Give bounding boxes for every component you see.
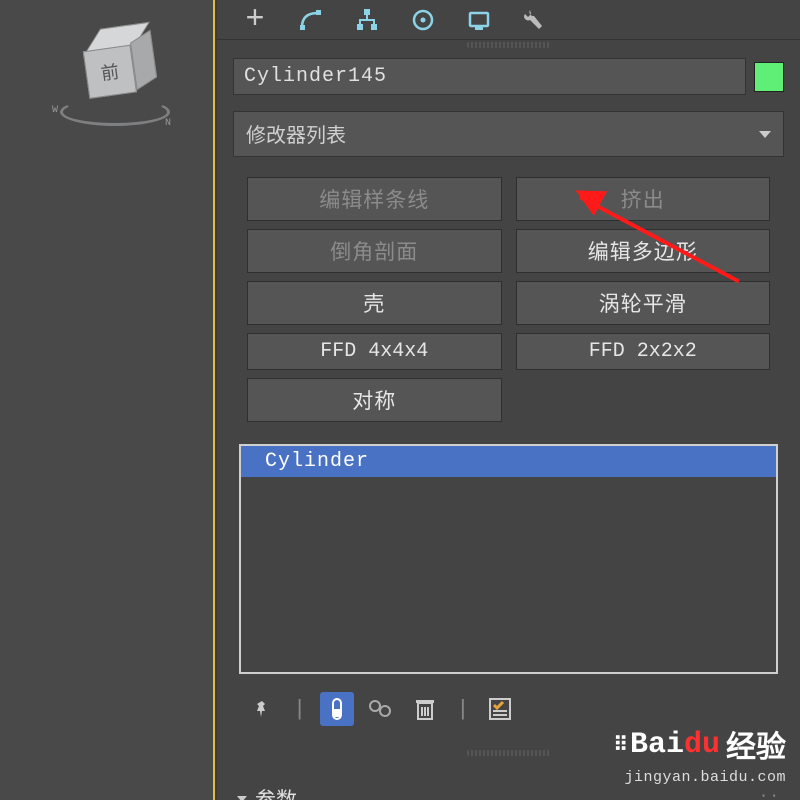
paw-icon: ⠿ — [613, 732, 624, 758]
wm-bai: Bai — [630, 728, 684, 762]
hierarchy-tab-icon[interactable] — [354, 7, 380, 33]
pin-stack-icon[interactable] — [245, 692, 279, 726]
mod-edit-spline-button[interactable]: 编辑样条线 — [247, 177, 502, 221]
utilities-tab-icon[interactable] — [522, 7, 548, 33]
object-name-input[interactable]: Cylinder145 — [233, 58, 746, 95]
panel-drag-handle[interactable] — [467, 42, 550, 48]
object-color-swatch[interactable] — [754, 62, 784, 92]
mod-extrude-button[interactable]: 挤出 — [516, 177, 771, 221]
modify-panel: + Cylinder145 修改器列表 编辑样条线 挤出 倒角剖面 编辑多边形 … — [217, 0, 800, 800]
motion-tab-icon[interactable] — [410, 7, 436, 33]
command-panel-tabs: + — [217, 0, 800, 40]
modifier-quick-buttons: 编辑样条线 挤出 倒角剖面 编辑多边形 壳 涡轮平滑 FFD 4x4x4 FFD… — [217, 163, 800, 432]
mod-ffd4-button[interactable]: FFD 4x4x4 — [247, 333, 502, 370]
viewcube-ring[interactable] — [60, 98, 170, 126]
wm-url: jingyan.baidu.com — [613, 769, 786, 786]
viewport-3d[interactable]: 前 W N — [0, 0, 215, 800]
dropdown-caret-icon — [759, 131, 771, 138]
rollup-caret-icon — [237, 796, 247, 800]
modifier-list-label: 修改器列表 — [246, 119, 346, 149]
modifier-stack[interactable]: Cylinder — [239, 444, 778, 674]
rollup-drag-dots-icon: :: — [759, 790, 780, 800]
modify-tab-icon[interactable] — [298, 7, 324, 33]
rollup-drag-handle[interactable] — [467, 750, 550, 756]
stack-item-base[interactable]: Cylinder — [241, 446, 776, 477]
parameters-rollup-header[interactable]: 参数 :: — [237, 784, 780, 800]
viewcube-front[interactable]: 前 — [83, 45, 137, 99]
mod-edit-poly-button[interactable]: 编辑多边形 — [516, 229, 771, 273]
wm-suffix: 经验 — [726, 722, 786, 767]
compass-w: W — [52, 105, 58, 116]
mod-symmetry-button[interactable]: 对称 — [247, 378, 502, 422]
remove-modifier-icon[interactable] — [408, 692, 442, 726]
separator: | — [289, 697, 310, 722]
wm-du: du — [684, 728, 720, 762]
watermark: ⠿ Baidu 经验 jingyan.baidu.com — [613, 722, 786, 786]
compass-s: N — [165, 118, 171, 129]
display-tab-icon[interactable] — [466, 7, 492, 33]
create-tab-icon[interactable]: + — [242, 7, 268, 33]
configure-sets-icon[interactable] — [483, 692, 517, 726]
make-unique-icon[interactable] — [364, 692, 398, 726]
mod-shell-button[interactable]: 壳 — [247, 281, 502, 325]
mod-bevel-profile-button[interactable]: 倒角剖面 — [247, 229, 502, 273]
separator: | — [452, 697, 473, 722]
mod-turbosmooth-button[interactable]: 涡轮平滑 — [516, 281, 771, 325]
modifier-list-dropdown[interactable]: 修改器列表 — [233, 111, 784, 157]
mod-ffd2-button[interactable]: FFD 2x2x2 — [516, 333, 771, 370]
viewcube[interactable]: 前 W N — [70, 30, 170, 150]
show-end-result-icon[interactable] — [320, 692, 354, 726]
parameters-title: 参数 — [255, 784, 297, 800]
